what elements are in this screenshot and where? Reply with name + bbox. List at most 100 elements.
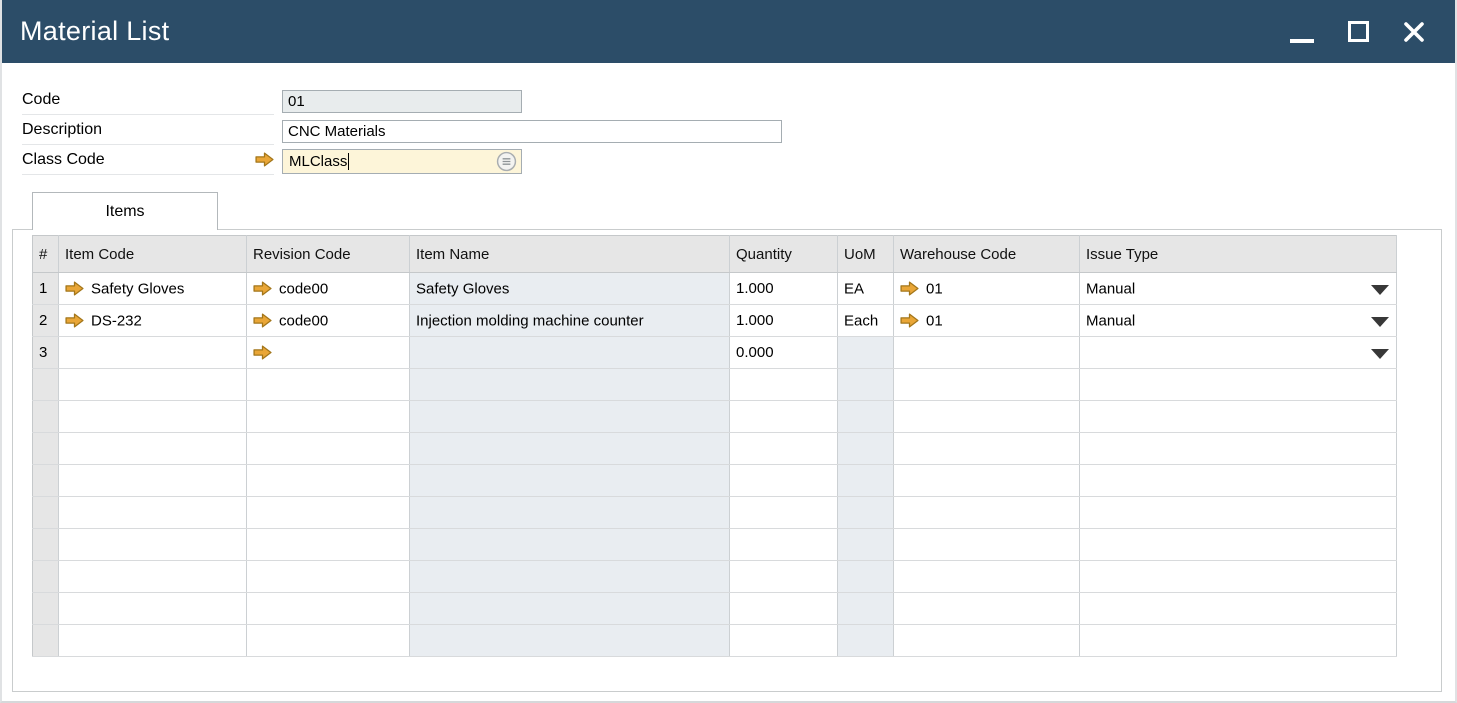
- revision-code-cell: [247, 561, 410, 593]
- revision-code-cell: [247, 593, 410, 625]
- issue-type-cell: [1080, 369, 1397, 401]
- warehouse-code-cell: [894, 465, 1080, 497]
- item-code-cell: [59, 593, 247, 625]
- class-code-value: MLClass: [289, 153, 347, 170]
- dropdown-arrow-icon[interactable]: [1371, 285, 1389, 295]
- revision-code-cell[interactable]: [247, 337, 410, 369]
- link-arrow-icon[interactable]: [65, 313, 84, 328]
- warehouse-code-cell[interactable]: 01: [894, 305, 1080, 337]
- choose-from-list-icon[interactable]: [496, 151, 517, 172]
- warehouse-code-cell: [894, 561, 1080, 593]
- row-number-cell[interactable]: 2: [33, 305, 59, 337]
- code-input[interactable]: [282, 90, 522, 113]
- column-header-uom[interactable]: UoM: [838, 236, 894, 273]
- link-arrow-icon[interactable]: [253, 313, 272, 328]
- issue-type-cell: [1080, 593, 1397, 625]
- item-code-cell[interactable]: Safety Gloves: [59, 273, 247, 305]
- warehouse-code-cell: [894, 529, 1080, 561]
- maximize-button[interactable]: [1341, 10, 1375, 54]
- uom-cell: [838, 401, 894, 433]
- link-arrow-icon[interactable]: [255, 152, 274, 167]
- code-row: Code: [22, 86, 1455, 116]
- issue-type-cell: [1080, 465, 1397, 497]
- uom-cell: [838, 593, 894, 625]
- class-code-label: Class Code: [22, 151, 105, 169]
- item-code-cell: [59, 369, 247, 401]
- warehouse-code-cell: [894, 401, 1080, 433]
- issue-type-cell[interactable]: Manual: [1080, 305, 1397, 337]
- dropdown-arrow-icon[interactable]: [1371, 317, 1389, 327]
- quantity-cell[interactable]: 1.000: [730, 305, 838, 337]
- item-name-cell: Injection molding machine counter: [410, 305, 730, 337]
- issue-type-cell: [1080, 433, 1397, 465]
- revision-code-cell[interactable]: code00: [247, 273, 410, 305]
- titlebar: Material List: [0, 0, 1457, 63]
- quantity-cell: [730, 433, 838, 465]
- item-name-cell: [410, 529, 730, 561]
- column-header-quantity[interactable]: Quantity: [730, 236, 838, 273]
- issue-type-cell: [1080, 625, 1397, 657]
- item-code-cell[interactable]: [59, 337, 247, 369]
- dropdown-arrow-icon[interactable]: [1371, 349, 1389, 359]
- issue-type-cell: [1080, 529, 1397, 561]
- revision-code-cell: [247, 465, 410, 497]
- window-title: Material List: [20, 16, 169, 47]
- uom-cell: [838, 625, 894, 657]
- item-code-cell[interactable]: DS-232: [59, 305, 247, 337]
- column-header-revision-code[interactable]: Revision Code: [247, 236, 410, 273]
- tab-items[interactable]: Items: [32, 192, 218, 230]
- column-header-item-name[interactable]: Item Name: [410, 236, 730, 273]
- empty-row: [33, 497, 1397, 529]
- empty-row: [33, 593, 1397, 625]
- warehouse-code-cell[interactable]: 01: [894, 273, 1080, 305]
- link-arrow-icon[interactable]: [253, 345, 272, 360]
- revision-code-cell: [247, 433, 410, 465]
- description-input[interactable]: [282, 120, 782, 143]
- quantity-cell[interactable]: 0.000: [730, 337, 838, 369]
- revision-code-cell[interactable]: code00: [247, 305, 410, 337]
- column-header-issue-type[interactable]: Issue Type: [1080, 236, 1397, 273]
- item-name-cell: [410, 337, 730, 369]
- warehouse-code-cell: [894, 369, 1080, 401]
- link-arrow-icon[interactable]: [65, 281, 84, 296]
- issue-type-cell[interactable]: Manual: [1080, 273, 1397, 305]
- item-name-cell: [410, 593, 730, 625]
- quantity-cell: [730, 465, 838, 497]
- uom-cell: [838, 433, 894, 465]
- uom-cell[interactable]: EA: [838, 273, 894, 305]
- empty-row: [33, 433, 1397, 465]
- item-code-cell: [59, 497, 247, 529]
- uom-cell[interactable]: Each: [838, 305, 894, 337]
- item-name-cell: [410, 401, 730, 433]
- row-number-cell: [33, 369, 59, 401]
- item-code-cell: [59, 561, 247, 593]
- row-number-cell[interactable]: 3: [33, 337, 59, 369]
- close-button[interactable]: [1397, 10, 1431, 54]
- code-label-zone: Code: [22, 87, 274, 115]
- item-name-cell: [410, 465, 730, 497]
- issue-type-cell[interactable]: [1080, 337, 1397, 369]
- revision-code-cell: [247, 625, 410, 657]
- warehouse-code-cell: [894, 625, 1080, 657]
- link-arrow-icon[interactable]: [900, 313, 919, 328]
- empty-row: [33, 561, 1397, 593]
- items-table-body: 1Safety Glovescode00Safety Gloves1.000EA…: [33, 273, 1397, 657]
- uom-cell: [838, 497, 894, 529]
- column-header-num[interactable]: #: [33, 236, 59, 273]
- item-code-cell: [59, 401, 247, 433]
- link-arrow-icon[interactable]: [900, 281, 919, 296]
- link-arrow-icon[interactable]: [253, 281, 272, 296]
- item-code-cell: [59, 465, 247, 497]
- warehouse-code-cell: [894, 593, 1080, 625]
- row-number-cell[interactable]: 1: [33, 273, 59, 305]
- empty-row: [33, 401, 1397, 433]
- minimize-button[interactable]: [1285, 10, 1319, 54]
- item-name-cell: [410, 497, 730, 529]
- quantity-cell[interactable]: 1.000: [730, 273, 838, 305]
- column-header-item-code[interactable]: Item Code: [59, 236, 247, 273]
- warehouse-code-cell[interactable]: [894, 337, 1080, 369]
- revision-code-cell: [247, 369, 410, 401]
- class-code-input[interactable]: MLClass: [282, 149, 522, 174]
- column-header-warehouse-code[interactable]: Warehouse Code: [894, 236, 1080, 273]
- description-label-zone: Description: [22, 117, 274, 145]
